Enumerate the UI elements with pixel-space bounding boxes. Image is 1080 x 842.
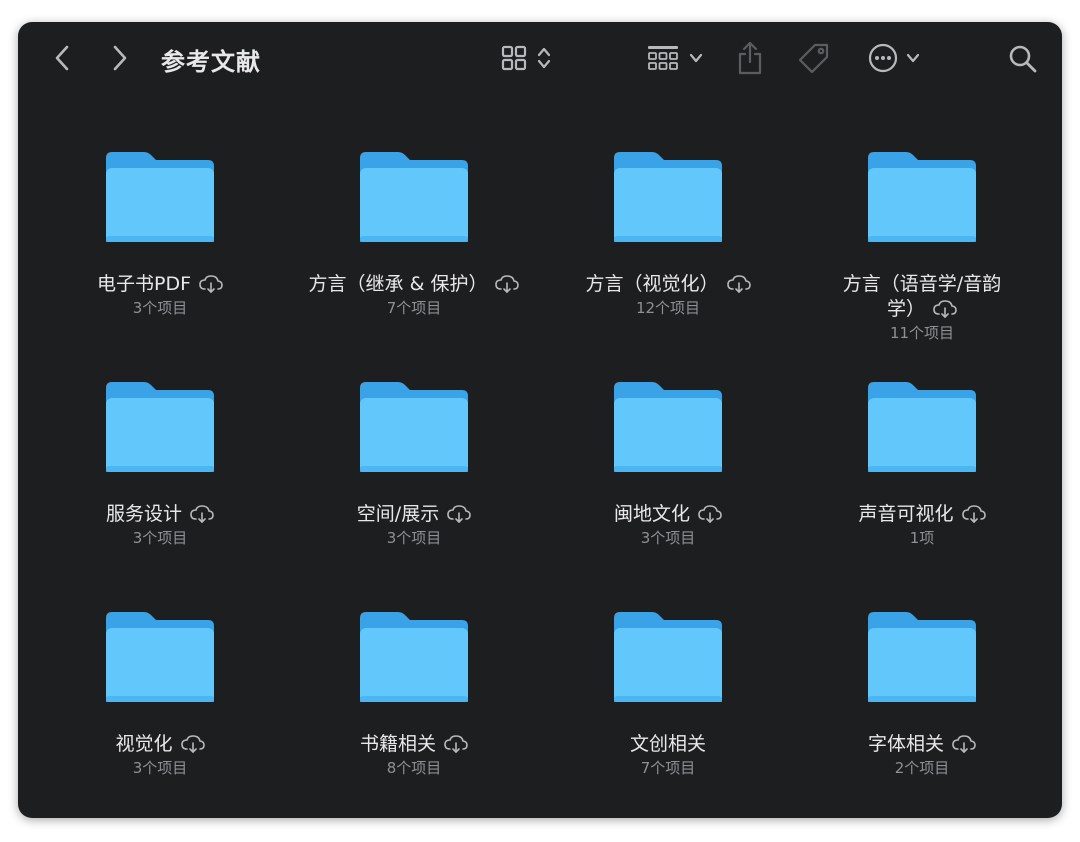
item-count: 3个项目 [132, 529, 188, 547]
folder-label: 服务设计 [60, 502, 260, 527]
folder-label: 书籍相关 [314, 732, 514, 757]
folder-label: 方言（视觉化） [568, 272, 768, 297]
icloud-download-icon[interactable] [933, 300, 957, 318]
folder-icon [868, 382, 976, 472]
icloud-download-icon[interactable] [698, 505, 722, 523]
folder-label: 闽地文化 [568, 502, 768, 527]
folder-icon [106, 612, 214, 702]
folder-label: 视觉化 [60, 732, 260, 757]
item-count: 3个项目 [132, 299, 188, 317]
folder-label: 空间/展示 [314, 502, 514, 527]
folder-label: 方言（语音学/音韵学） [842, 273, 1002, 320]
folder-item[interactable]: 空间/展示 3个项目 [299, 380, 529, 548]
folder-item[interactable]: 方言（视觉化） 12个项目 [553, 150, 783, 318]
item-count: 3个项目 [640, 529, 696, 547]
folder-label: 文创相关 [629, 733, 706, 755]
folder-icon [614, 382, 722, 472]
folder-item[interactable]: 字体相关 2个项目 [807, 610, 1037, 778]
item-count: 12个项目 [635, 299, 701, 317]
folder-item[interactable]: 方言（语音学/音韵学） 11个项目 [807, 150, 1037, 343]
folder-label: 声音可视化 [822, 502, 1022, 527]
folder-label: 字体相关 [822, 732, 1022, 757]
folder-icon [868, 612, 976, 702]
folder-label: 方言（继承 & 保护） [294, 272, 534, 297]
item-count: 7个项目 [386, 299, 442, 317]
folder-item[interactable]: 视觉化 3个项目 [45, 610, 275, 778]
folder-icon [360, 152, 468, 242]
folder-item[interactable]: 文创相关 7个项目 [553, 610, 783, 778]
folder-grid: 电子书PDF 3个项目 方言（继承 & 保护） 7个项目 方言（视觉化） 12个… [18, 22, 1062, 818]
folder-item[interactable]: 方言（继承 & 保护） 7个项目 [299, 150, 529, 318]
folder-icon [868, 152, 976, 242]
item-count: 11个项目 [889, 324, 955, 342]
folder-icon [360, 382, 468, 472]
icloud-download-icon[interactable] [444, 735, 468, 753]
folder-item[interactable]: 书籍相关 8个项目 [299, 610, 529, 778]
item-count: 3个项目 [132, 759, 188, 777]
folder-icon [106, 382, 214, 472]
icloud-download-icon[interactable] [199, 275, 223, 293]
item-count: 8个项目 [386, 759, 442, 777]
icloud-download-icon[interactable] [190, 505, 214, 523]
folder-icon [614, 612, 722, 702]
icloud-download-icon[interactable] [961, 505, 986, 523]
item-count: 3个项目 [386, 529, 442, 547]
folder-item[interactable]: 闽地文化 3个项目 [553, 380, 783, 548]
item-count: 1项 [909, 529, 935, 547]
folder-label: 电子书PDF [60, 272, 260, 297]
icloud-download-icon[interactable] [726, 275, 751, 293]
folder-icon [614, 152, 722, 242]
finder-window: 参考文献 电子书PDF 3个项目 方言（继承 & 保护） 7个项目 方言（视觉化… [18, 22, 1062, 818]
item-count: 2个项目 [894, 759, 950, 777]
folder-icon [360, 612, 468, 702]
icloud-download-icon[interactable] [447, 505, 472, 523]
icloud-download-icon[interactable] [952, 735, 976, 753]
folder-icon [106, 152, 214, 242]
folder-item[interactable]: 服务设计 3个项目 [45, 380, 275, 548]
icloud-download-icon[interactable] [495, 275, 520, 293]
folder-item[interactable]: 声音可视化 1项 [807, 380, 1037, 548]
folder-item[interactable]: 电子书PDF 3个项目 [45, 150, 275, 318]
icloud-download-icon[interactable] [180, 735, 205, 753]
item-count: 7个项目 [640, 759, 696, 777]
